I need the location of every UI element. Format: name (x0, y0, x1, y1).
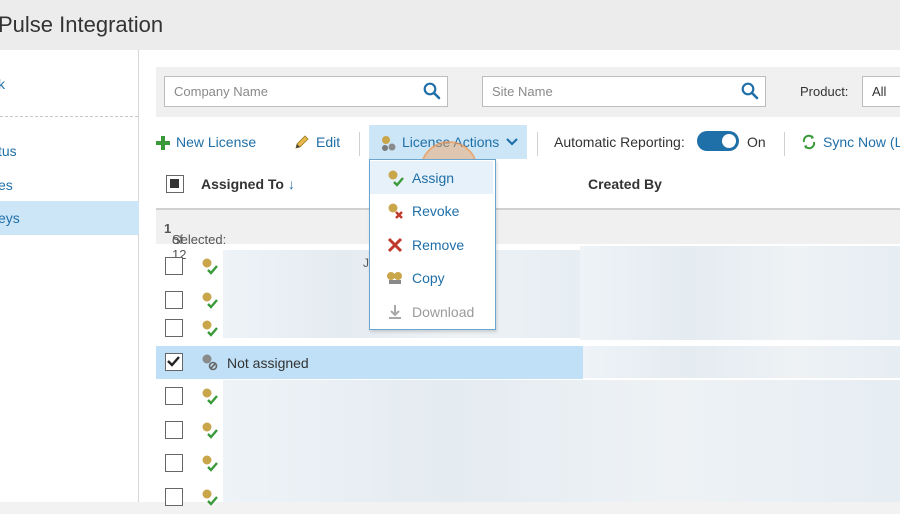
plus-icon (156, 136, 170, 150)
column-header-created-by[interactable]: Created By (588, 176, 662, 192)
redacted-content (223, 380, 900, 502)
product-label: Product: (800, 84, 849, 99)
menu-item-label: Revoke (412, 203, 460, 219)
license-assigned-icon (200, 319, 218, 342)
column-header-assigned-to[interactable]: Assigned To ↓ (201, 176, 295, 192)
row-checkbox[interactable] (165, 421, 183, 439)
redacted-content (583, 346, 900, 378)
new-license-button[interactable]: New License (156, 134, 256, 150)
toolbar-divider (537, 132, 538, 156)
row-assigned-to-text: Not assigned (227, 355, 309, 371)
automatic-reporting-toggle[interactable] (697, 131, 739, 151)
sidebar-item-label: tus (0, 143, 17, 159)
product-select[interactable]: All (862, 76, 900, 107)
menu-item-download[interactable]: Download (370, 295, 493, 328)
site-placeholder: Site Name (492, 84, 553, 99)
pencil-icon (295, 135, 309, 149)
menu-item-revoke[interactable]: Revoke (370, 194, 493, 227)
selected-count: 1 (164, 221, 172, 236)
menu-item-label: Assign (412, 170, 455, 186)
license-assigned-icon (200, 387, 218, 410)
sidebar-divider (0, 116, 138, 117)
toolbar: New License Edit License Actions Automat… (139, 124, 900, 162)
menu-item-assign[interactable]: Assign (370, 161, 493, 194)
sidebar-item-license-keys[interactable]: eys (0, 201, 149, 235)
license-assigned-icon (200, 488, 218, 511)
page-title: Pulse Integration (0, 12, 164, 37)
site-name-input[interactable]: Site Name (482, 76, 766, 107)
main-content: Company Name Site Name Product: All New … (139, 50, 900, 506)
remove-x-icon (387, 237, 403, 253)
sync-now-button[interactable]: Sync Now (L (801, 134, 900, 150)
grid-header: Assigned To ↓ Created By (156, 162, 900, 210)
license-unassigned-icon (200, 353, 218, 376)
toggle-state-label: On (747, 134, 766, 150)
filter-bar: Company Name Site Name Product: All (156, 67, 900, 117)
app-header: Pulse Integration (0, 0, 900, 50)
license-assigned-icon (200, 291, 218, 314)
search-icon[interactable] (423, 82, 441, 105)
search-icon[interactable] (741, 82, 759, 105)
menu-item-label: Download (412, 304, 475, 320)
row-checkbox[interactable] (165, 488, 183, 506)
edit-button[interactable]: Edit (294, 134, 340, 150)
row-checkbox[interactable] (165, 387, 183, 405)
toolbar-divider (784, 132, 785, 156)
sync-icon (802, 134, 816, 150)
product-select-value: All (872, 84, 887, 99)
row-checkbox[interactable] (165, 353, 183, 371)
sidebar-item-label: k (0, 76, 5, 92)
edit-label: Edit (316, 134, 341, 150)
menu-item-remove[interactable]: Remove (370, 228, 493, 261)
sidebar-item-3[interactable]: es (0, 168, 138, 202)
license-assigned-icon (200, 257, 218, 280)
row-checkbox[interactable] (165, 454, 183, 472)
license-actions-menu: Assign Revoke Remove Copy Download (369, 159, 496, 330)
assign-icon (388, 170, 404, 187)
redacted-content (580, 246, 900, 340)
sidebar: k tus es eys (0, 50, 149, 502)
download-icon (389, 305, 401, 319)
sort-arrow-down-icon: ↓ (287, 176, 295, 192)
sidebar-item-label: eys (0, 210, 20, 226)
company-name-input[interactable]: Company Name (164, 76, 448, 107)
menu-item-label: Copy (412, 270, 445, 286)
copy-icon (387, 272, 402, 284)
row-checkbox[interactable] (165, 291, 183, 309)
sidebar-item-2[interactable]: tus (0, 134, 138, 168)
row-checkbox[interactable] (165, 257, 183, 275)
selection-summary: Selected: 1 of 12 (156, 210, 900, 262)
revoke-icon (388, 203, 403, 219)
select-all-checkbox[interactable] (166, 175, 184, 193)
license-actions-icon (382, 136, 396, 151)
menu-item-copy[interactable]: Copy (370, 261, 493, 294)
automatic-reporting-label: Automatic Reporting: (554, 134, 685, 150)
license-assigned-icon (200, 454, 218, 477)
license-assigned-icon (200, 421, 218, 444)
sidebar-item-label: es (0, 177, 13, 193)
company-placeholder: Company Name (174, 84, 268, 99)
table-row[interactable]: Not assigned (156, 346, 583, 379)
menu-item-label: Remove (412, 237, 465, 253)
sync-now-label: Sync Now (L (823, 134, 900, 150)
chevron-down-icon (506, 138, 518, 146)
toolbar-divider (359, 132, 360, 156)
new-license-label: New License (176, 134, 257, 150)
row-checkbox[interactable] (165, 319, 183, 337)
assigned-to-label: Assigned To (201, 176, 284, 192)
sidebar-item-1[interactable]: k (0, 67, 138, 101)
